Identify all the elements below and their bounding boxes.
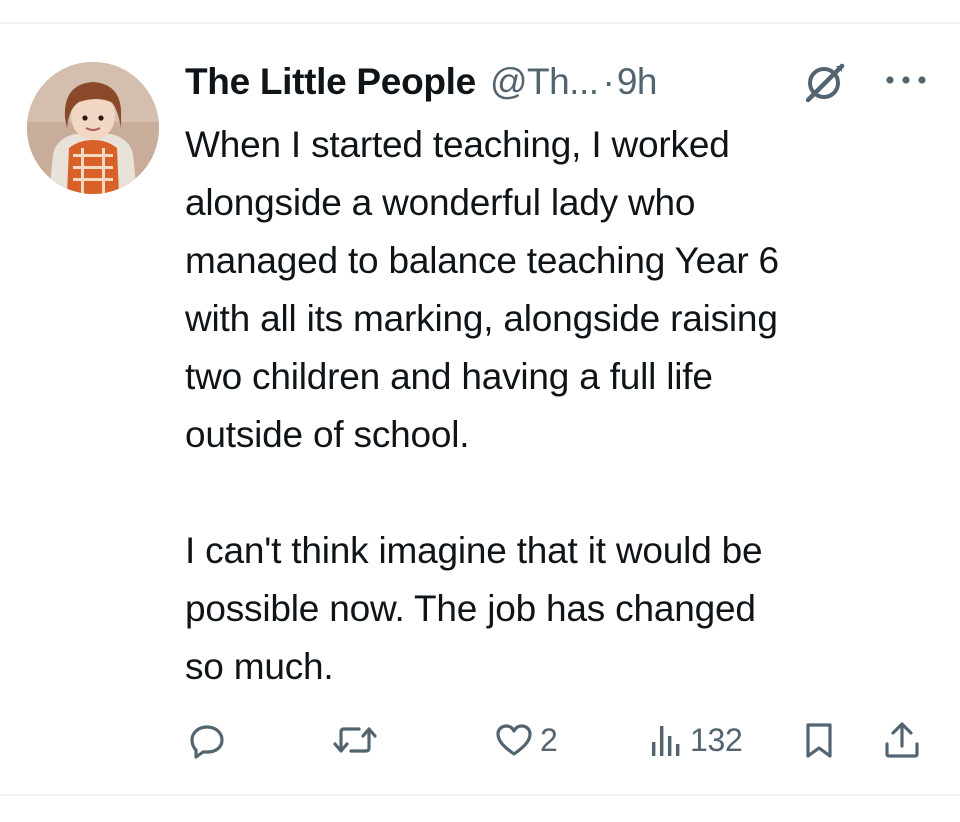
author-display-name[interactable]: The Little People — [185, 61, 476, 103]
more-dots-icon[interactable] — [884, 66, 928, 94]
reply-button[interactable] — [187, 716, 227, 764]
tweet-body-text: When I started teaching, I worked alongs… — [185, 124, 779, 687]
views-count: 132 — [690, 721, 743, 758]
grok-icon[interactable] — [801, 62, 847, 103]
author-handle[interactable]: @Th... — [490, 61, 599, 103]
tweet-action-bar: 2 132 — [0, 716, 960, 764]
tweet-timestamp[interactable]: 9h — [617, 61, 658, 103]
like-count: 2 — [540, 721, 558, 758]
avatar-image — [27, 62, 159, 194]
top-divider — [0, 22, 960, 24]
bottom-divider — [0, 794, 960, 796]
avatar[interactable] — [27, 62, 159, 194]
reply-icon — [190, 725, 224, 759]
share-icon — [885, 722, 919, 758]
views-button[interactable]: 132 — [650, 716, 743, 764]
retweet-button[interactable] — [333, 716, 377, 764]
meta-separator: · — [602, 61, 615, 102]
views-bar-chart-icon — [652, 726, 680, 756]
bookmark-icon — [806, 723, 832, 758]
retweet-icon — [333, 727, 377, 753]
like-button[interactable]: 2 — [494, 716, 558, 764]
heart-icon — [496, 724, 532, 756]
share-button[interactable] — [882, 716, 922, 764]
bookmark-button[interactable] — [802, 716, 836, 764]
